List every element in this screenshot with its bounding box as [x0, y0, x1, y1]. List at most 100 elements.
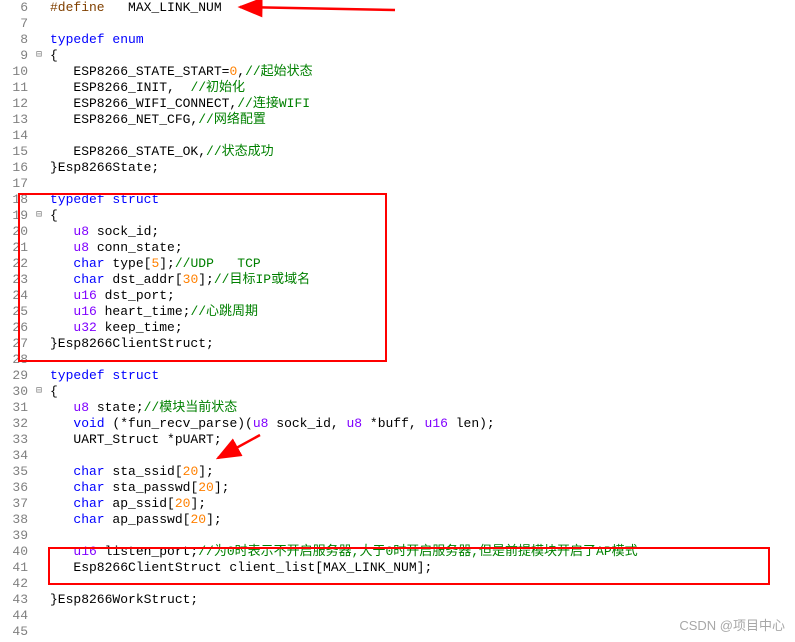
line-number: 21: [0, 240, 32, 256]
line-number: 8: [0, 32, 32, 48]
line-number: 30: [0, 384, 32, 400]
line-number: 45: [0, 624, 32, 640]
code-line[interactable]: 43}Esp8266WorkStruct;: [0, 592, 795, 608]
line-number: 14: [0, 128, 32, 144]
code-content[interactable]: {: [46, 48, 795, 64]
code-line[interactable]: 34: [0, 448, 795, 464]
code-line[interactable]: 26 u32 keep_time;: [0, 320, 795, 336]
code-content[interactable]: u32 keep_time;: [46, 320, 795, 336]
line-number: 6: [0, 0, 32, 16]
code-line[interactable]: 6 #define MAX_LINK_NUM 5: [0, 0, 795, 16]
code-content[interactable]: UART_Struct *pUART;: [46, 432, 795, 448]
line-number: 28: [0, 352, 32, 368]
code-line[interactable]: 45: [0, 624, 795, 640]
code-content[interactable]: }Esp8266State;: [46, 160, 795, 176]
code-line[interactable]: 31 u8 state;//模块当前状态: [0, 400, 795, 416]
code-line[interactable]: 17: [0, 176, 795, 192]
code-content[interactable]: #define MAX_LINK_NUM 5: [46, 0, 795, 16]
line-number: 9: [0, 48, 32, 64]
code-line[interactable]: 36 char sta_passwd[20];: [0, 480, 795, 496]
line-number: 22: [0, 256, 32, 272]
code-line[interactable]: 20 u8 sock_id;: [0, 224, 795, 240]
code-line[interactable]: 13 ESP8266_NET_CFG,//网络配置: [0, 112, 795, 128]
code-content[interactable]: }Esp8266WorkStruct;: [46, 592, 795, 608]
line-number: 25: [0, 304, 32, 320]
code-content[interactable]: char type[5];//UDP TCP: [46, 256, 795, 272]
code-content[interactable]: u8 state;//模块当前状态: [46, 400, 795, 416]
code-content[interactable]: ESP8266_WIFI_CONNECT,//连接WIFI: [46, 96, 795, 112]
line-number: 40: [0, 544, 32, 560]
code-content[interactable]: u16 dst_port;: [46, 288, 795, 304]
code-content[interactable]: typedef enum: [46, 32, 795, 48]
code-line[interactable]: 35 char sta_ssid[20];: [0, 464, 795, 480]
line-number: 31: [0, 400, 32, 416]
code-line[interactable]: 38 char ap_passwd[20];: [0, 512, 795, 528]
code-content[interactable]: }Esp8266ClientStruct;: [46, 336, 795, 352]
code-line[interactable]: 15 ESP8266_STATE_OK,//状态成功: [0, 144, 795, 160]
code-content[interactable]: char dst_addr[30];//目标IP或域名: [46, 272, 795, 288]
code-line[interactable]: 18typedef struct: [0, 192, 795, 208]
code-line[interactable]: 16}Esp8266State;: [0, 160, 795, 176]
fold-toggle[interactable]: ⊟: [32, 48, 46, 64]
code-content[interactable]: char sta_passwd[20];: [46, 480, 795, 496]
fold-toggle[interactable]: ⊟: [32, 384, 46, 400]
code-line[interactable]: 14: [0, 128, 795, 144]
code-content[interactable]: void (*fun_recv_parse)(u8 sock_id, u8 *b…: [46, 416, 795, 432]
code-line[interactable]: 40 u16 listen_port;//为0时表示不开启服务器,大于0时开启服…: [0, 544, 795, 560]
code-line[interactable]: 42: [0, 576, 795, 592]
line-number: 24: [0, 288, 32, 304]
code-content[interactable]: char ap_ssid[20];: [46, 496, 795, 512]
code-content[interactable]: char ap_passwd[20];: [46, 512, 795, 528]
line-number: 10: [0, 64, 32, 80]
code-editor[interactable]: 6#define MAX_LINK_NUM 578typedef enum9⊟{…: [0, 0, 795, 640]
line-number: 33: [0, 432, 32, 448]
line-number: 41: [0, 560, 32, 576]
code-line[interactable]: 39: [0, 528, 795, 544]
code-line[interactable]: 30⊟{: [0, 384, 795, 400]
code-line[interactable]: 22 char type[5];//UDP TCP: [0, 256, 795, 272]
line-number: 44: [0, 608, 32, 624]
code-line[interactable]: 27 }Esp8266ClientStruct;: [0, 336, 795, 352]
fold-toggle[interactable]: ⊟: [32, 208, 46, 224]
code-line[interactable]: 7: [0, 16, 795, 32]
code-content[interactable]: typedef struct: [46, 368, 795, 384]
code-line[interactable]: 44: [0, 608, 795, 624]
code-content[interactable]: u16 listen_port;//为0时表示不开启服务器,大于0时开启服务器,…: [46, 544, 795, 560]
line-number: 13: [0, 112, 32, 128]
line-number: 37: [0, 496, 32, 512]
line-number: 27: [0, 336, 32, 352]
code-line[interactable]: 10 ESP8266_STATE_START=0,//起始状态: [0, 64, 795, 80]
code-content[interactable]: ESP8266_NET_CFG,//网络配置: [46, 112, 795, 128]
code-line[interactable]: 24 u16 dst_port;: [0, 288, 795, 304]
line-number: 7: [0, 16, 32, 32]
code-content[interactable]: u8 sock_id;: [46, 224, 795, 240]
line-number: 34: [0, 448, 32, 464]
code-line[interactable]: 41 Esp8266ClientStruct client_list[MAX_L…: [0, 560, 795, 576]
code-content[interactable]: {: [46, 384, 795, 400]
code-line[interactable]: 29typedef struct: [0, 368, 795, 384]
code-content[interactable]: Esp8266ClientStruct client_list[MAX_LINK…: [46, 560, 795, 576]
code-line[interactable]: 28: [0, 352, 795, 368]
code-line[interactable]: 12 ESP8266_WIFI_CONNECT,//连接WIFI: [0, 96, 795, 112]
code-line[interactable]: 25 u16 heart_time;//心跳周期: [0, 304, 795, 320]
code-line[interactable]: 21 u8 conn_state;: [0, 240, 795, 256]
code-content[interactable]: {: [46, 208, 795, 224]
code-content[interactable]: char sta_ssid[20];: [46, 464, 795, 480]
code-line[interactable]: 8 typedef enum: [0, 32, 795, 48]
line-number: 36: [0, 480, 32, 496]
code-line[interactable]: 9⊟{: [0, 48, 795, 64]
code-content[interactable]: u8 conn_state;: [46, 240, 795, 256]
code-line[interactable]: 32 void (*fun_recv_parse)(u8 sock_id, u8…: [0, 416, 795, 432]
code-line[interactable]: 19⊟{: [0, 208, 795, 224]
code-line[interactable]: 33 UART_Struct *pUART;: [0, 432, 795, 448]
code-content[interactable]: ESP8266_STATE_START=0,//起始状态: [46, 64, 795, 80]
code-content[interactable]: ESP8266_INIT, //初始化: [46, 80, 795, 96]
watermark: CSDN @项目中心: [679, 615, 785, 634]
code-line[interactable]: 11 ESP8266_INIT, //初始化: [0, 80, 795, 96]
code-content[interactable]: u16 heart_time;//心跳周期: [46, 304, 795, 320]
code-line[interactable]: 37 char ap_ssid[20];: [0, 496, 795, 512]
code-content[interactable]: ESP8266_STATE_OK,//状态成功: [46, 144, 795, 160]
line-number: 15: [0, 144, 32, 160]
code-content[interactable]: typedef struct: [46, 192, 795, 208]
code-line[interactable]: 23 char dst_addr[30];//目标IP或域名: [0, 272, 795, 288]
